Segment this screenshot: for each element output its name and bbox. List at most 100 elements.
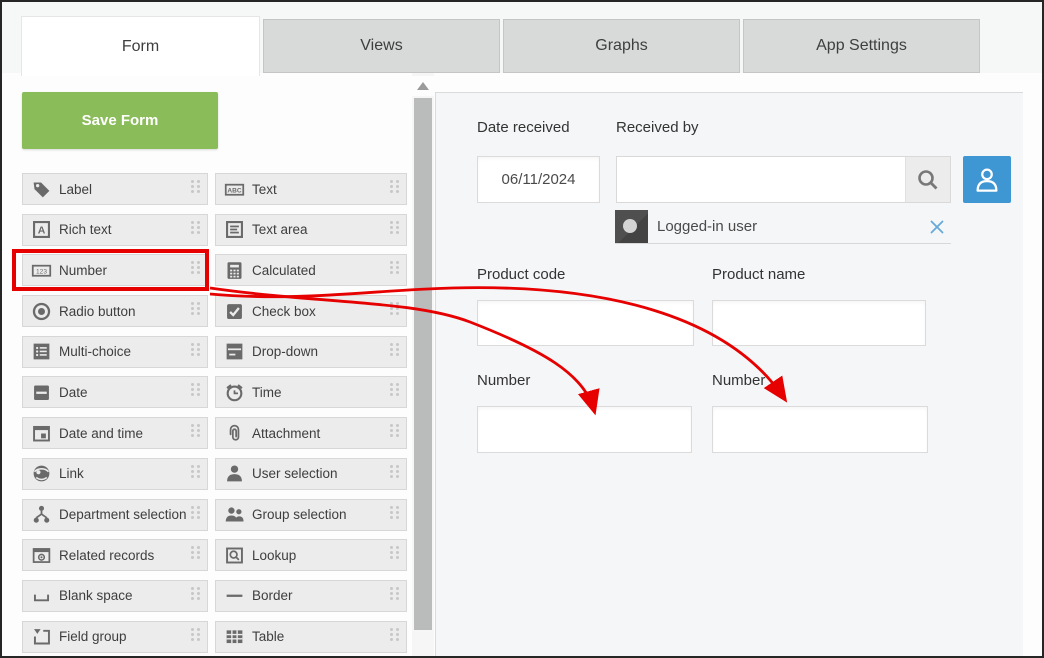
drag-handle[interactable] (191, 221, 202, 239)
palette-item-time[interactable]: Time (215, 376, 407, 408)
palette-item-label: Drop-down (252, 344, 318, 359)
number-1-input[interactable] (477, 406, 692, 453)
palette-item-check-box[interactable]: Check box (215, 295, 407, 327)
tab-graphs[interactable]: Graphs (503, 19, 740, 73)
palette-item-field-group[interactable]: Field group (22, 621, 208, 653)
blankspace-icon (31, 585, 52, 606)
radio-icon (31, 301, 52, 322)
palette-item-label: Text area (252, 222, 308, 237)
border-icon (224, 585, 245, 606)
palette-item-label: Field group (59, 629, 127, 644)
drag-handle[interactable] (390, 628, 401, 646)
palette-item-drop-down[interactable]: Drop-down (215, 336, 407, 368)
drag-handle[interactable] (390, 302, 401, 320)
table-icon (224, 626, 245, 647)
palette-item-table[interactable]: Table (215, 621, 407, 653)
palette-item-label: Blank space (59, 588, 133, 603)
tab-views[interactable]: Views (263, 19, 500, 73)
palette-item-rich-text[interactable]: Rich text (22, 214, 208, 246)
drag-handle[interactable] (390, 587, 401, 605)
text-icon (224, 179, 245, 200)
date-received-label: Date received (477, 119, 570, 136)
drag-handle[interactable] (191, 261, 202, 279)
drag-handle[interactable] (390, 546, 401, 564)
drag-handle[interactable] (191, 383, 202, 401)
drag-handle[interactable] (390, 506, 401, 524)
field-palette-sidebar: Save Form Label Text Rich text Text area… (2, 73, 435, 658)
department-icon (31, 504, 52, 525)
palette-item-label[interactable]: Label (22, 173, 208, 205)
palette-item-label: Lookup (252, 548, 296, 563)
drag-handle[interactable] (191, 424, 202, 442)
drag-handle[interactable] (191, 587, 202, 605)
scrollbar-thumb[interactable] (414, 98, 432, 630)
drag-handle[interactable] (191, 628, 202, 646)
drag-handle[interactable] (390, 424, 401, 442)
drag-handle[interactable] (390, 465, 401, 483)
palette-item-multi-choice[interactable]: Multi-choice (22, 336, 208, 368)
palette-item-label: Related records (59, 548, 154, 563)
palette-item-link[interactable]: Link (22, 458, 208, 490)
palette-item-user-selection[interactable]: User selection (215, 458, 407, 490)
lookup-icon (224, 545, 245, 566)
tab-form[interactable]: Form (21, 16, 260, 76)
form-canvas: Date received Received by 06/11/2024 Log… (435, 92, 1023, 658)
tab-app-settings[interactable]: App Settings (743, 19, 980, 73)
palette-item-radio-button[interactable]: Radio button (22, 295, 208, 327)
product-name-input[interactable] (712, 300, 926, 346)
drag-handle[interactable] (390, 180, 401, 198)
scrollbar-up-button[interactable] (412, 76, 434, 96)
palette-item-label: User selection (252, 466, 338, 481)
related-icon (31, 545, 52, 566)
user-search-button[interactable] (905, 157, 950, 202)
drag-handle[interactable] (191, 465, 202, 483)
palette-item-attachment[interactable]: Attachment (215, 417, 407, 449)
time-icon (224, 382, 245, 403)
drag-handle[interactable] (191, 180, 202, 198)
user-avatar-icon (615, 210, 648, 243)
drag-handle[interactable] (390, 261, 401, 279)
datetime-icon (31, 423, 52, 444)
palette-item-lookup[interactable]: Lookup (215, 539, 407, 571)
drag-handle[interactable] (191, 506, 202, 524)
dropdown-icon (224, 341, 245, 362)
number-2-input[interactable] (712, 406, 928, 453)
palette-item-date-and-time[interactable]: Date and time (22, 417, 208, 449)
date-received-input[interactable]: 06/11/2024 (477, 156, 600, 203)
palette-item-calculated[interactable]: Calculated (215, 254, 407, 286)
palette-item-number[interactable]: Number (22, 254, 208, 286)
palette-item-group-selection[interactable]: Group selection (215, 499, 407, 531)
received-by-label: Received by (616, 119, 699, 136)
richtext-icon (31, 219, 52, 240)
date-icon (31, 382, 52, 403)
palette-item-department-selection[interactable]: Department selection (22, 499, 208, 531)
drag-handle[interactable] (390, 343, 401, 361)
palette-item-label: Check box (252, 304, 316, 319)
palette-item-label: Time (252, 385, 282, 400)
drag-handle[interactable] (191, 302, 202, 320)
multichoice-icon (31, 341, 52, 362)
palette-item-text-area[interactable]: Text area (215, 214, 407, 246)
drag-handle[interactable] (390, 221, 401, 239)
palette-item-related-records[interactable]: Related records (22, 539, 208, 571)
checkbox-icon (224, 301, 245, 322)
palette-item-text[interactable]: Text (215, 173, 407, 205)
palette-item-label: Date (59, 385, 88, 400)
palette-item-date[interactable]: Date (22, 376, 208, 408)
palette-item-label: Radio button (59, 304, 136, 319)
palette-item-blank-space[interactable]: Blank space (22, 580, 208, 612)
fieldgroup-icon (31, 626, 52, 647)
drag-handle[interactable] (191, 546, 202, 564)
drag-handle[interactable] (191, 343, 202, 361)
palette-item-border[interactable]: Border (215, 580, 407, 612)
palette-item-label: Table (252, 629, 284, 644)
product-code-label: Product code (477, 266, 565, 283)
product-code-input[interactable] (477, 300, 694, 346)
calculated-icon (224, 260, 245, 281)
save-form-button[interactable]: Save Form (22, 92, 218, 149)
sidebar-scrollbar[interactable] (412, 73, 434, 658)
select-user-button[interactable] (963, 156, 1011, 203)
received-by-input[interactable] (617, 157, 905, 202)
remove-entry-close-icon[interactable] (927, 217, 947, 237)
drag-handle[interactable] (390, 383, 401, 401)
